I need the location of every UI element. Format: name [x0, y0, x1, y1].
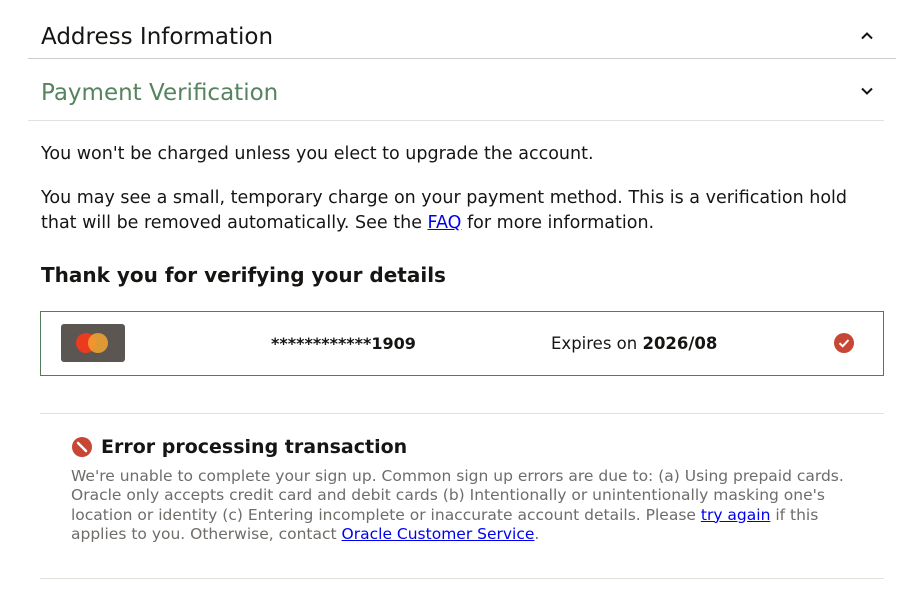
error-title: Error processing transaction: [101, 436, 408, 458]
error-message: We're unable to complete your sign up. C…: [71, 467, 861, 544]
expires-label: Expires on: [551, 334, 643, 353]
mastercard-logo: [61, 324, 125, 362]
address-information-header[interactable]: Address Information: [28, 0, 896, 59]
payment-verification-header[interactable]: Payment Verification: [28, 59, 884, 121]
divider: [40, 578, 884, 579]
chevron-up-icon[interactable]: [859, 28, 875, 44]
chevron-down-icon[interactable]: [859, 83, 875, 99]
faq-link[interactable]: FAQ: [428, 213, 462, 233]
error-text-end: .: [534, 524, 540, 543]
card-expiry: Expires on 2026/08: [551, 333, 717, 355]
no-charge-notice: You won't be charged unless you elect to…: [41, 144, 594, 164]
verified-card-row: ************1909 Expires on 2026/08: [40, 311, 884, 376]
try-again-link[interactable]: try again: [701, 506, 771, 524]
verification-hold-notice: You may see a small, temporary charge on…: [41, 186, 881, 236]
thank-you-heading: Thank you for verifying your details: [41, 263, 446, 287]
verification-hold-text-end: for more information.: [461, 213, 655, 233]
error-circle-icon: [72, 437, 92, 457]
payment-verification-title: Payment Verification: [41, 80, 279, 106]
expires-value: 2026/08: [642, 334, 718, 353]
customer-service-link[interactable]: Oracle Customer Service: [342, 525, 535, 543]
check-circle-icon: [834, 333, 854, 353]
card-masked-number: ************1909: [271, 334, 416, 353]
address-information-title: Address Information: [41, 24, 274, 50]
divider: [40, 413, 884, 414]
